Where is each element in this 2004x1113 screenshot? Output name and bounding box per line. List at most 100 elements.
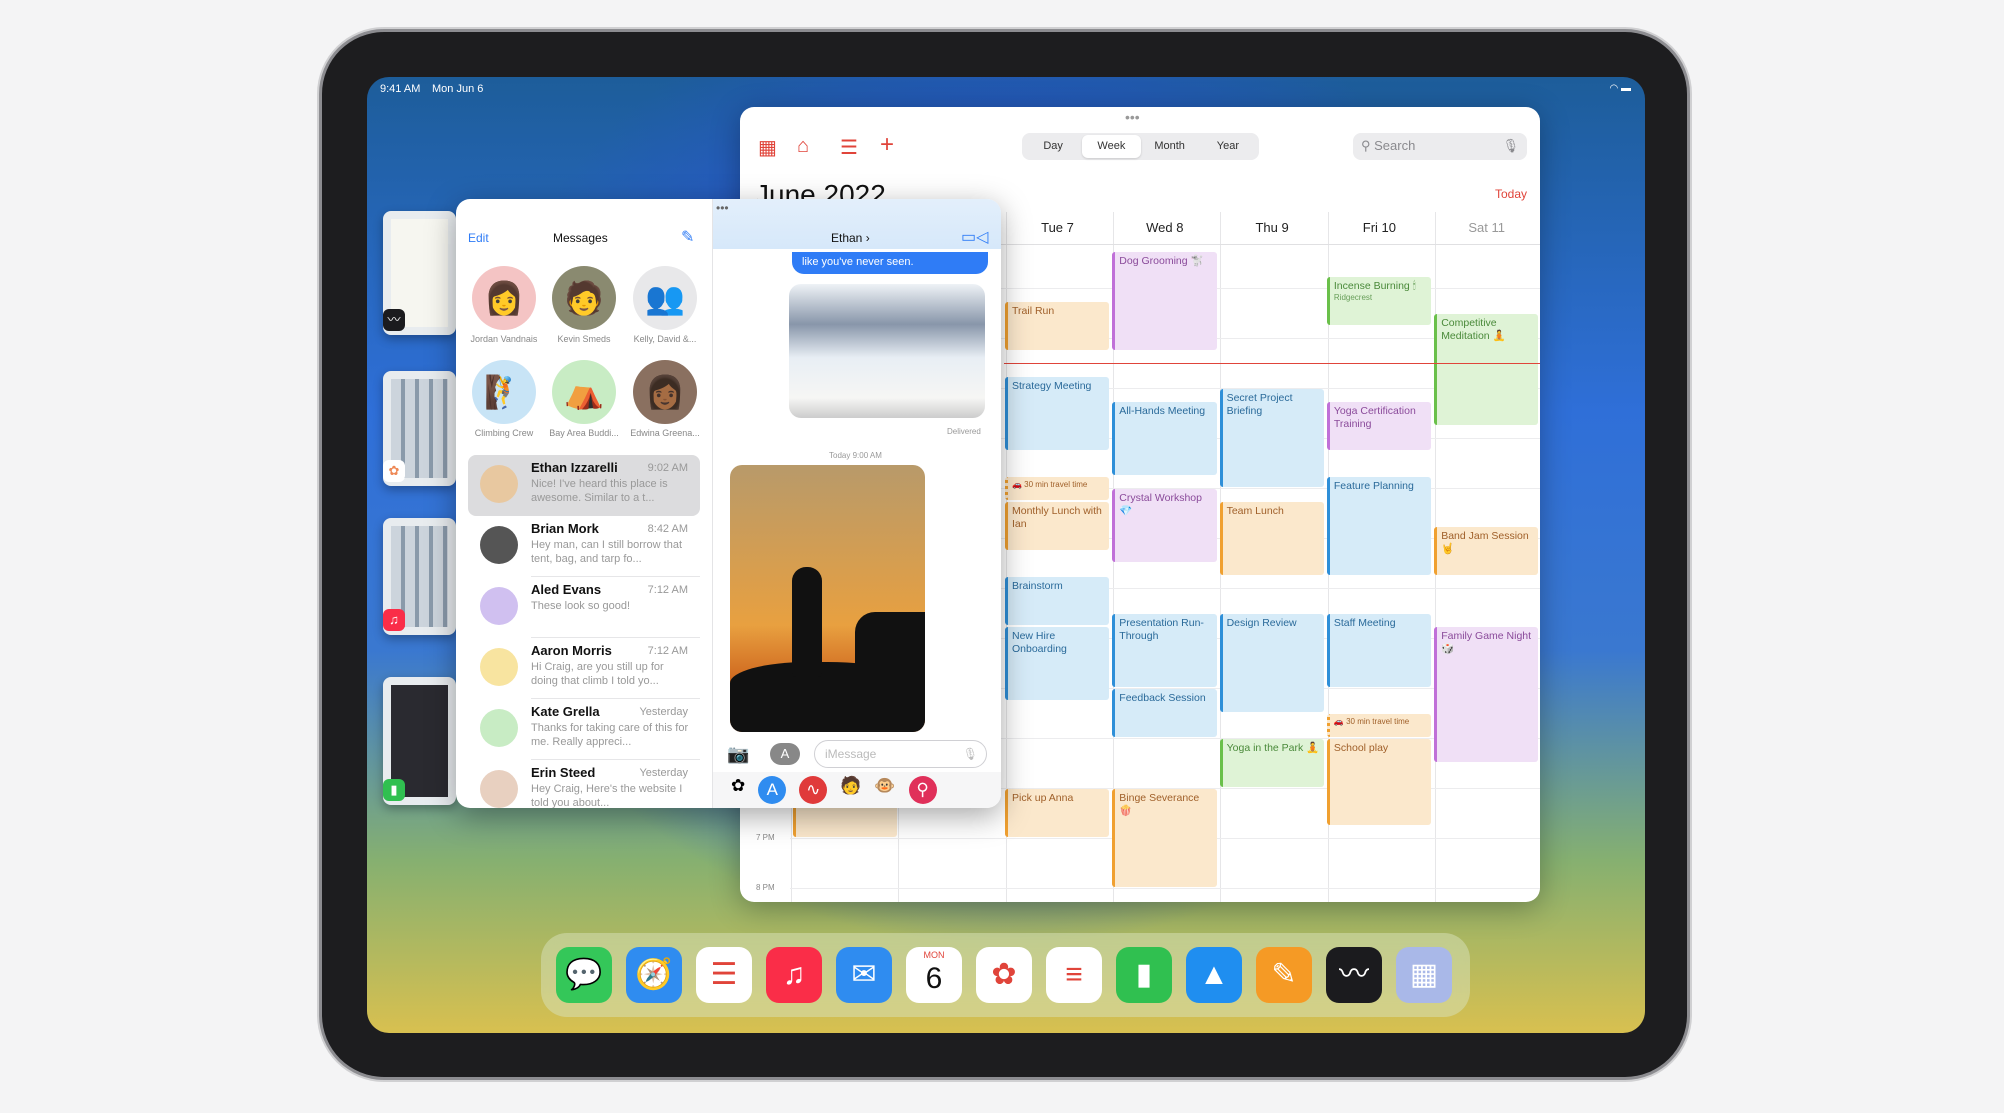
calendar-event[interactable]: Incense Burning 🕯 Ridgecrest — [1326, 276, 1432, 325]
keynote-icon[interactable]: ▲ — [1186, 947, 1242, 1003]
event-title: Monthly Lunch with Ian — [1012, 504, 1102, 530]
calendar-date: 6 — [925, 962, 943, 995]
pinned-avatar[interactable]: 👩 — [472, 266, 536, 330]
calendar-event[interactable]: Brainstorm — [1005, 576, 1110, 625]
conversation-row[interactable]: Ethan Izzarelli 9:02 AM Nice! I've heard t… — [468, 455, 700, 516]
calendar-event[interactable]: New Hire Onboarding — [1005, 626, 1110, 700]
calendar-event[interactable]: Yoga in the Park 🧘 — [1219, 739, 1324, 787]
calendar-event[interactable]: Binge Severance 🍿 — [1112, 789, 1217, 887]
message-time: 9:02 AM — [647, 462, 688, 474]
audio-app-icon[interactable]: ∿ — [799, 776, 828, 804]
pinned-avatar[interactable]: 👩🏾 — [633, 360, 697, 424]
calendar-event[interactable]: Monthly Lunch with Ian — [1005, 501, 1110, 550]
travel-time[interactable]: 🚗 30 min travel time — [1005, 476, 1110, 500]
image-search-app-icon[interactable]: ⚲ — [908, 776, 937, 804]
calendar-event[interactable]: Yoga Certification Training — [1326, 401, 1432, 450]
video-call-icon[interactable]: ▭◁ — [961, 227, 988, 247]
calendar-event[interactable]: Competitive Meditation 🧘 — [1434, 314, 1539, 425]
day-header: Wed 8 — [1146, 220, 1184, 235]
calendar-event[interactable]: Family Game Night 🎲 — [1434, 626, 1539, 762]
calendar-event[interactable]: Dog Grooming 🐩 — [1112, 251, 1217, 350]
calendar-event[interactable]: Pick up Anna — [1005, 789, 1110, 837]
app-store-button[interactable]: A — [770, 743, 800, 765]
freeform-icon[interactable]: 〰 — [1326, 947, 1382, 1003]
calendar-event[interactable]: School play — [1326, 739, 1432, 825]
calendar-event[interactable]: Feature Planning — [1326, 476, 1432, 575]
event-title: Design Review — [1226, 617, 1297, 629]
pinned-avatar[interactable]: 👥 — [633, 266, 697, 330]
stage-thumb-music[interactable]: ♫ — [383, 518, 456, 635]
calendar-event[interactable]: Presentation Run-Through — [1112, 614, 1217, 687]
app-library-icon[interactable]: ▦ — [1396, 947, 1452, 1003]
contact-name: Aled Evans — [531, 582, 602, 597]
calendar-event[interactable]: Band Jam Session 🤘 — [1434, 526, 1539, 575]
calendar-event[interactable]: Team Lunch — [1219, 501, 1324, 575]
compose-icon[interactable]: ✎ — [681, 227, 694, 247]
event-title: Yoga in the Park 🧘 — [1226, 742, 1320, 754]
calendar-event[interactable]: Trail Run — [1005, 301, 1110, 350]
calendar-event[interactable]: Design Review — [1219, 614, 1324, 712]
pinned-name: Climbing Crew — [474, 428, 534, 438]
calendar-event[interactable]: Staff Meeting — [1326, 614, 1432, 687]
window-menu-dots[interactable]: ••• — [716, 201, 729, 215]
day-header: Thu 9 — [1255, 220, 1289, 235]
calendar-icon[interactable]: MON 6 — [906, 947, 962, 1003]
calendar-event[interactable]: Crystal Workshop 💎 — [1112, 489, 1217, 562]
pages-icon[interactable]: ✎ — [1256, 947, 1312, 1003]
pinned-avatar[interactable]: 🧑 — [552, 266, 616, 330]
conversation-row[interactable]: Kate Grella Yesterday Thanks for taking ca… — [468, 699, 700, 760]
pinned-avatar[interactable]: 🧗 — [472, 360, 536, 424]
pinned-avatar[interactable]: ⛺ — [552, 360, 616, 424]
calendar-event[interactable]: Strategy Meeting — [1005, 376, 1110, 450]
stage-thumb-numbers[interactable]: ▮ — [383, 677, 456, 805]
event-title: Team Lunch — [1226, 504, 1284, 517]
edit-button[interactable]: Edit — [468, 231, 489, 245]
messages-title: Messages — [553, 231, 608, 245]
photo-silhouette[interactable] — [730, 465, 925, 732]
notes-icon[interactable]: ≡ — [1046, 947, 1102, 1003]
message-time: Yesterday — [639, 767, 688, 779]
message-bubble-sent[interactable]: like you've never seen. — [792, 252, 988, 274]
event-title: Secret Project Briefing — [1226, 392, 1293, 418]
mail-icon[interactable]: ✉ — [836, 947, 892, 1003]
event-title: 🚗 30 min travel time — [1012, 479, 1088, 489]
travel-time[interactable]: 🚗 30 min travel time — [1326, 714, 1432, 737]
photos-app-icon[interactable]: ✿ — [731, 776, 745, 808]
event-title: Band Jam Session 🤘 — [1441, 529, 1529, 555]
message-preview: Thanks for taking care of this for me. R… — [531, 722, 689, 749]
event-title: Crystal Workshop 💎 — [1119, 492, 1202, 518]
contact-name-button[interactable]: Ethan › — [831, 231, 870, 245]
event-title: Family Game Night 🎲 — [1441, 629, 1532, 655]
photos-icon[interactable]: ✿ — [976, 947, 1032, 1003]
music-icon[interactable]: ♫ — [766, 947, 822, 1003]
day-header: Tue 7 — [1041, 220, 1074, 235]
imessage-input[interactable]: iMessage 🎙 — [814, 740, 987, 768]
reminders-icon[interactable]: ☰ — [696, 947, 752, 1003]
stage-thumb-photos[interactable]: ✿ — [383, 371, 456, 486]
conversation-row[interactable]: Aled Evans 7:12 AM These look so good! — [468, 577, 700, 638]
dock-apps: 💬 🧭 ☰ ♫ ✉ MON 6 ✿ ≡ ▮ ▲ ✎ 〰 ▦ — [556, 947, 1452, 1003]
safari-icon[interactable]: 🧭 — [626, 947, 682, 1003]
photo-dunes[interactable] — [789, 284, 985, 418]
calendar-event[interactable]: Feedback Session — [1112, 689, 1217, 737]
event-title: School play — [1333, 742, 1389, 754]
calendar-event[interactable]: Secret Project Briefing — [1219, 389, 1324, 487]
time-label: 8 PM — [756, 883, 775, 892]
calendar-event[interactable]: All-Hands Meeting — [1112, 401, 1217, 475]
event-title: Trail Run — [1012, 304, 1055, 317]
conversation-row[interactable]: Brian Mork 8:42 AM Hey man, can I still bo… — [468, 516, 700, 577]
message-time: Yesterday — [639, 706, 688, 718]
stage-thumb-freeform[interactable]: 〰 — [383, 211, 456, 335]
memoji-app-icon[interactable]: 🧑 — [840, 776, 861, 808]
contact-name: Aaron Morris — [531, 643, 612, 658]
animoji-app-icon[interactable]: 🐵 — [874, 776, 895, 808]
avatar — [480, 526, 518, 564]
conversation-row[interactable]: Aaron Morris 7:12 AM Hi Craig, are you sti… — [468, 638, 700, 699]
conversation-row[interactable]: Erin Steed Yesterday Hey Craig, Here's the… — [468, 760, 700, 808]
pinned-name: Kelly, David &... — [633, 334, 697, 344]
messages-icon[interactable]: 💬 — [556, 947, 612, 1003]
app-store-app-icon[interactable]: A — [758, 776, 787, 804]
camera-icon[interactable]: 📷 — [727, 744, 749, 765]
numbers-icon[interactable]: ▮ — [1116, 947, 1172, 1003]
event-title: Brainstorm — [1012, 579, 1063, 592]
